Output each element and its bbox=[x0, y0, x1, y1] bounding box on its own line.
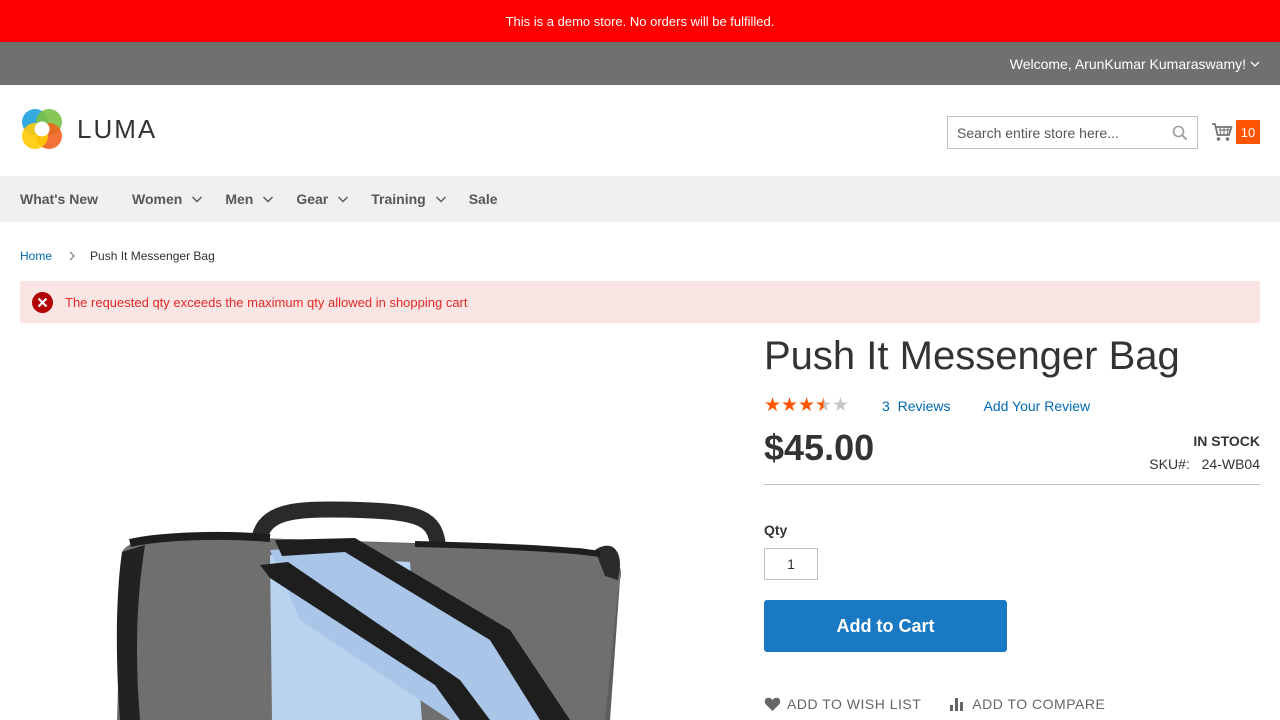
product-sku: SKU#: 24-WB04 bbox=[1149, 456, 1260, 472]
stock-status: IN STOCK bbox=[1193, 433, 1260, 449]
search-box bbox=[947, 116, 1198, 149]
logo-text: LUMA bbox=[77, 113, 158, 144]
site-header: LUMA 10 bbox=[0, 85, 1280, 176]
error-message-text: The requested qty exceeds the maximum qt… bbox=[65, 294, 468, 310]
search-icon[interactable] bbox=[1172, 125, 1188, 141]
rating-stars: ★ ★ ★ ★ ★ bbox=[764, 396, 849, 415]
breadcrumb: Home Push It Messenger Bag bbox=[20, 249, 215, 263]
heart-icon bbox=[764, 697, 781, 711]
nav-item-gear[interactable]: Gear bbox=[296, 191, 349, 207]
nav-item-sale[interactable]: Sale bbox=[469, 191, 498, 207]
add-to-cart-button[interactable]: Add to Cart bbox=[764, 600, 1007, 652]
chevron-down-icon bbox=[1250, 61, 1260, 67]
wishlist-label: ADD TO WISH LIST bbox=[787, 696, 922, 712]
nav-item-men[interactable]: Men bbox=[225, 191, 274, 207]
product-title: Push It Messenger Bag bbox=[764, 334, 1180, 378]
chevron-down-icon bbox=[263, 196, 274, 203]
compare-icon bbox=[950, 698, 964, 711]
search-input[interactable] bbox=[948, 117, 1158, 148]
product-gallery[interactable] bbox=[20, 340, 720, 720]
reviews-label: Reviews bbox=[897, 397, 951, 414]
breadcrumb-home-link[interactable]: Home bbox=[20, 249, 52, 263]
nav-item-whats-new[interactable]: What's New bbox=[20, 191, 98, 207]
qty-input[interactable] bbox=[764, 548, 818, 580]
nav-item-label: Training bbox=[371, 191, 426, 207]
reviews-link[interactable]: 3 Reviews bbox=[882, 398, 950, 414]
add-to-wishlist-link[interactable]: ADD TO WISH LIST bbox=[764, 696, 921, 712]
nav-item-label: Men bbox=[225, 191, 254, 207]
cart-icon bbox=[1212, 123, 1233, 141]
compare-label: ADD TO COMPARE bbox=[972, 696, 1106, 712]
nav-item-women[interactable]: Women bbox=[132, 191, 203, 207]
star-icon: ★ bbox=[798, 395, 816, 416]
half-star-icon: ★ bbox=[815, 395, 833, 416]
error-icon bbox=[32, 291, 53, 313]
nav-item-training[interactable]: Training bbox=[371, 191, 446, 207]
reviews-count: 3 bbox=[882, 397, 890, 414]
chevron-right-icon bbox=[69, 251, 75, 261]
nav-item-label: Women bbox=[132, 191, 183, 207]
product-price: $45.00 bbox=[764, 427, 875, 468]
add-review-link[interactable]: Add Your Review bbox=[983, 398, 1090, 414]
qty-label: Qty bbox=[764, 522, 788, 538]
error-message: The requested qty exceeds the maximum qt… bbox=[20, 281, 1260, 323]
nav-item-label: Gear bbox=[296, 191, 329, 207]
chevron-down-icon bbox=[192, 196, 203, 203]
sku-label: SKU#: bbox=[1149, 456, 1190, 472]
customer-welcome-bar: Welcome, ArunKumar Kumaraswamy! bbox=[0, 42, 1280, 85]
sku-value: 24-WB04 bbox=[1201, 456, 1260, 472]
main-navigation: What's New Women Men Gear Training Sale bbox=[0, 176, 1280, 222]
product-image bbox=[116, 501, 621, 720]
customer-welcome-menu[interactable]: Welcome, ArunKumar Kumaraswamy! bbox=[1010, 56, 1260, 72]
star-icon: ★ bbox=[832, 395, 850, 416]
add-to-compare-link[interactable]: ADD TO COMPARE bbox=[949, 696, 1105, 712]
demo-store-notice-text: This is a demo store. No orders will be … bbox=[505, 13, 775, 29]
minicart-button[interactable]: 10 bbox=[1211, 120, 1260, 144]
welcome-text: Welcome, ArunKumar Kumaraswamy! bbox=[1009, 55, 1246, 72]
product-social-actions: ADD TO WISH LIST ADD TO COMPARE bbox=[764, 696, 1133, 712]
chevron-down-icon bbox=[435, 196, 446, 203]
divider bbox=[764, 484, 1260, 485]
breadcrumb-current: Push It Messenger Bag bbox=[90, 249, 215, 263]
star-icon: ★ bbox=[781, 395, 799, 416]
star-icon: ★ bbox=[764, 395, 782, 416]
rating-summary: ★ ★ ★ ★ ★ 3 Reviews Add Your Review bbox=[764, 396, 1090, 415]
nav-item-label: Sale bbox=[468, 191, 498, 207]
nav-item-label: What's New bbox=[20, 191, 99, 207]
cart-count-badge: 10 bbox=[1236, 120, 1260, 144]
chevron-down-icon bbox=[338, 196, 349, 203]
luma-logo-icon bbox=[22, 109, 62, 149]
demo-store-notice: This is a demo store. No orders will be … bbox=[0, 0, 1280, 42]
logo-link[interactable]: LUMA bbox=[20, 107, 157, 151]
product-info: Push It Messenger Bag ★ ★ ★ ★ ★ 3 Review… bbox=[764, 330, 1260, 712]
